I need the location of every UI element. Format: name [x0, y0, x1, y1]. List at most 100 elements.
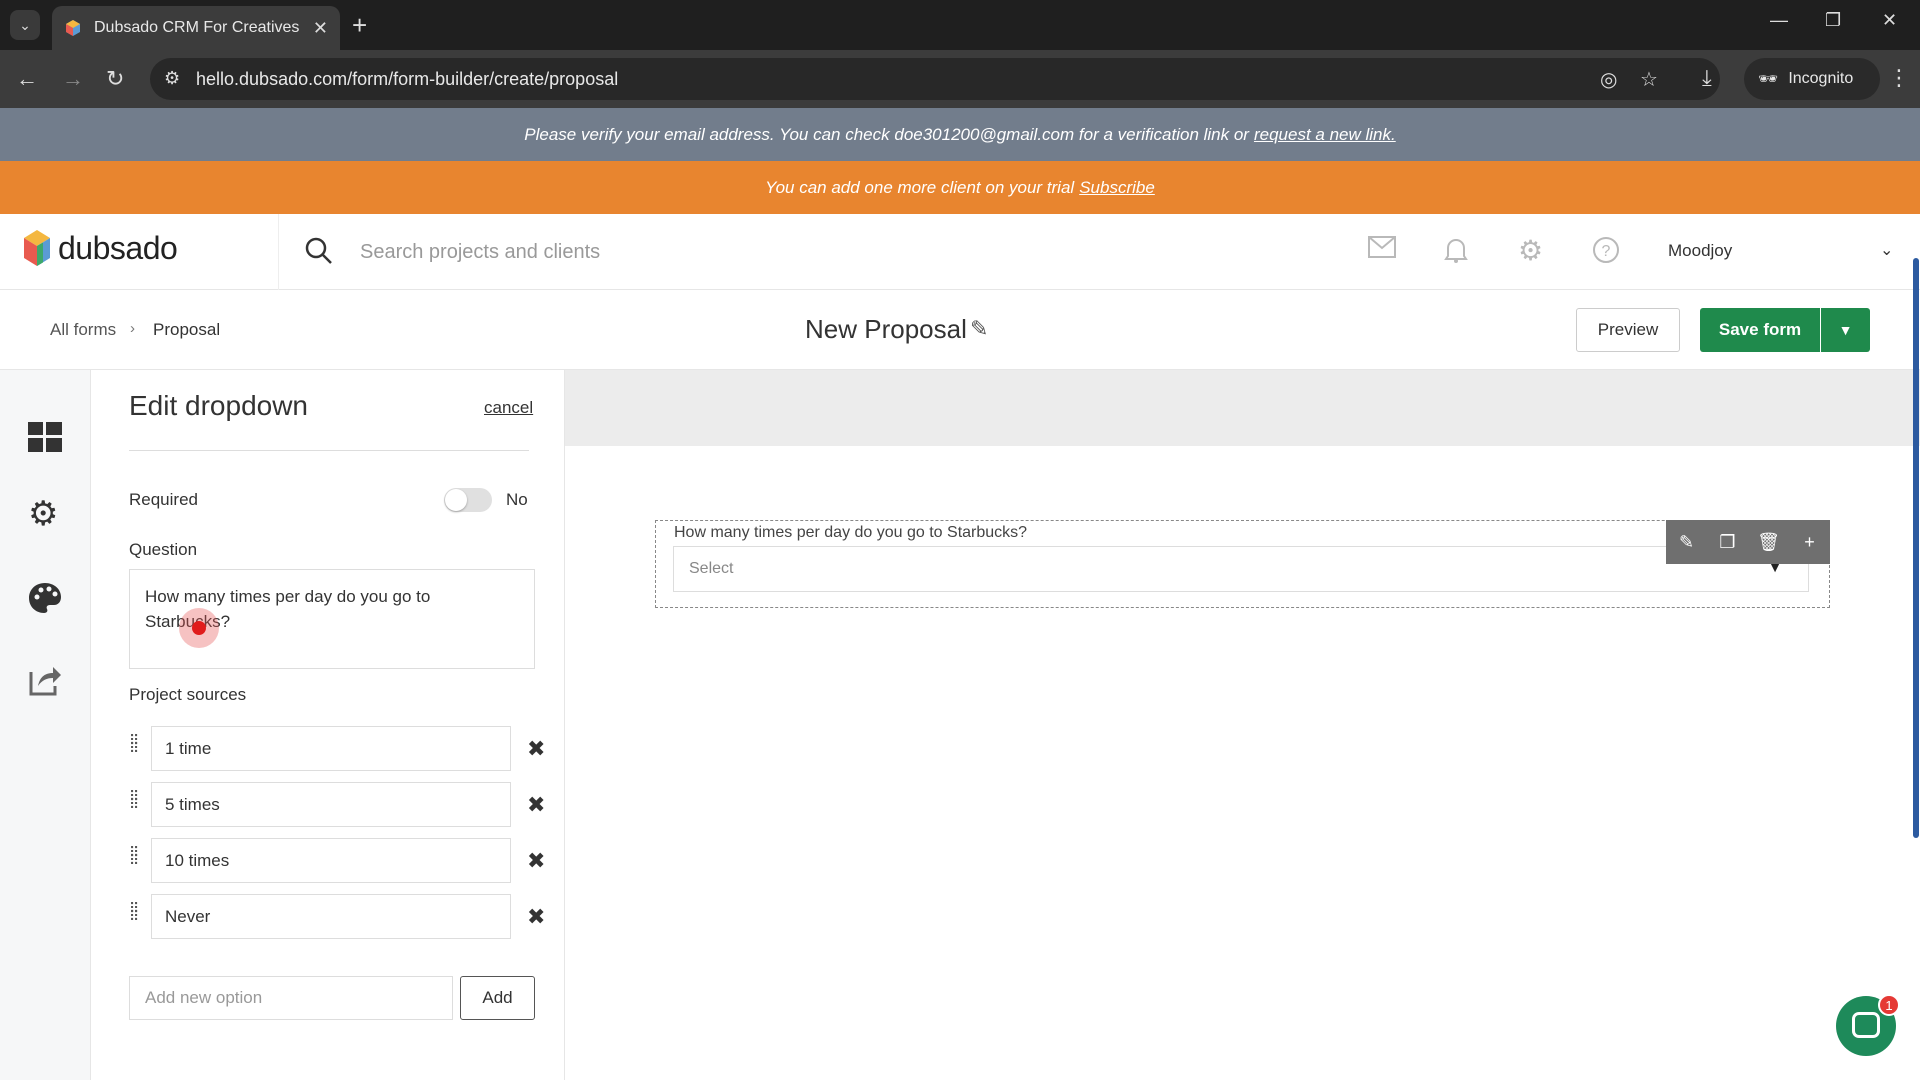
trash-icon[interactable]: 🗑	[1748, 520, 1789, 564]
canvas-header-strip	[565, 370, 1920, 446]
drag-handle-icon[interactable]: ⠿ ⠿	[129, 845, 143, 870]
chevron-down-icon[interactable]: ⌄	[1880, 240, 1893, 260]
window-close-icon[interactable]: ✕	[1882, 10, 1897, 31]
left-rail: ⚙	[0, 370, 91, 1080]
option-row: ⠿⠿ ✖	[129, 838, 545, 884]
reload-icon[interactable]: ↻	[106, 66, 124, 92]
dubsado-favicon-icon	[66, 20, 80, 36]
add-new-option-input[interactable]	[129, 976, 453, 1020]
edit-dropdown-panel: Edit dropdown cancel Required No Questio…	[91, 370, 565, 1080]
dashboard-grid-icon[interactable]	[28, 422, 62, 452]
option-input[interactable]	[151, 782, 511, 827]
incognito-icon: 🕶	[1758, 71, 1779, 88]
option-row: ⠿⠿ ✖	[129, 726, 545, 772]
drag-handle-icon[interactable]: ⠿ ⠿	[129, 789, 143, 814]
panel-divider	[129, 450, 529, 451]
form-builder-header: All forms › Proposal New Proposal ✎ Prev…	[0, 290, 1920, 370]
remove-option-icon[interactable]: ✖	[527, 848, 545, 874]
tab-title: Dubsado CRM For Creatives	[94, 19, 300, 36]
share-icon[interactable]	[28, 664, 62, 696]
mail-icon[interactable]	[1368, 236, 1396, 258]
subscribe-link[interactable]: Subscribe	[1079, 178, 1155, 198]
question-label: Question	[129, 540, 198, 559]
save-form-button[interactable]: Save form	[1700, 308, 1820, 352]
trial-text: You can add one more client on your tria…	[765, 177, 1075, 197]
settings-gear-icon[interactable]: ⚙	[28, 494, 58, 534]
tab-close-icon[interactable]: ✕	[313, 18, 328, 39]
svg-text:?: ?	[1602, 243, 1611, 260]
dropdown-field[interactable]: How many times per day do you go to Star…	[655, 520, 1830, 608]
remove-option-icon[interactable]: ✖	[527, 792, 545, 818]
field-select[interactable]: Select ▼	[673, 546, 1809, 592]
user-name[interactable]: Moodjoy	[1668, 241, 1732, 261]
chat-launcher[interactable]: 1	[1836, 994, 1900, 1056]
form-title: New Proposal	[805, 314, 967, 344]
project-sources-label: Project sources	[129, 685, 247, 704]
breadcrumb-all-forms[interactable]: All forms	[50, 320, 116, 340]
omnibox[interactable]: ⚙ hello.dubsado.com/form/form-builder/cr…	[150, 58, 1720, 100]
field-question: How many times per day do you go to Star…	[674, 524, 1028, 541]
incognito-badge[interactable]: 🕶 Incognito	[1744, 58, 1880, 100]
select-placeholder: Select	[689, 560, 734, 577]
star-icon[interactable]: ☆	[1640, 67, 1658, 92]
chat-badge: 1	[1878, 994, 1900, 1016]
option-row: ⠿⠿ ✖	[129, 894, 545, 940]
remove-option-icon[interactable]: ✖	[527, 904, 545, 930]
address-bar-row: ← → ↻ ⚙ hello.dubsado.com/form/form-buil…	[0, 50, 1920, 108]
site-info-icon[interactable]: ⚙	[164, 68, 180, 89]
form-canvas: How many times per day do you go to Star…	[565, 370, 1920, 1080]
trial-banner: You can add one more client on your tria…	[0, 161, 1920, 214]
chat-bubble-icon	[1852, 1012, 1880, 1038]
add-icon[interactable]: +	[1789, 520, 1830, 564]
search-icon[interactable]	[304, 236, 334, 266]
bell-icon[interactable]	[1444, 236, 1468, 264]
option-row: ⠿⠿ ✖	[129, 782, 545, 828]
option-input[interactable]	[151, 838, 511, 883]
new-tab-button[interactable]: +	[352, 10, 367, 40]
field-toolbar: ✎ ❐ 🗑 +	[1666, 520, 1830, 564]
drag-handle-icon[interactable]: ⠿ ⠿	[129, 733, 143, 758]
edit-pencil-icon[interactable]: ✎	[1666, 520, 1707, 564]
toggle-knob	[445, 489, 467, 511]
dubsado-logo-icon	[24, 230, 50, 266]
eye-off-icon[interactable]: ◎	[1600, 67, 1617, 92]
verify-text: Please verify your email address. You ca…	[524, 124, 1249, 144]
required-label: Required	[129, 490, 198, 509]
restore-icon[interactable]: ❐	[1825, 10, 1841, 31]
help-icon[interactable]: ?	[1592, 236, 1620, 264]
cancel-link[interactable]: cancel	[484, 398, 533, 418]
save-options-caret-icon[interactable]: ▼	[1821, 308, 1870, 352]
preview-button[interactable]: Preview	[1576, 308, 1680, 352]
request-new-link[interactable]: request a new link.	[1254, 125, 1396, 145]
add-option-button[interactable]: Add	[460, 976, 535, 1020]
drag-handle-icon[interactable]: ⠿ ⠿	[129, 901, 143, 926]
browser-tab[interactable]: Dubsado CRM For Creatives ✕	[52, 6, 340, 50]
incognito-label: Incognito	[1788, 70, 1854, 87]
back-icon[interactable]: ←	[16, 66, 38, 92]
browser-tab-bar: ⌄ Dubsado CRM For Creatives ✕ + — ❐ ✕	[0, 0, 1920, 50]
header-divider	[278, 214, 279, 290]
breadcrumb-separator: ›	[130, 320, 135, 337]
gear-icon[interactable]: ⚙	[1518, 234, 1543, 267]
option-input[interactable]	[151, 726, 511, 771]
edit-title-pencil-icon[interactable]: ✎	[970, 316, 988, 342]
menu-icon[interactable]: ⋮	[1888, 65, 1910, 91]
click-indicator	[179, 608, 219, 648]
palette-icon[interactable]	[28, 582, 62, 614]
required-value: No	[506, 490, 528, 509]
download-icon[interactable]: ⤓	[1702, 65, 1712, 91]
required-toggle[interactable]	[444, 488, 492, 512]
option-input[interactable]	[151, 894, 511, 939]
url-text[interactable]: hello.dubsado.com/form/form-builder/crea…	[196, 69, 618, 90]
page-scrollbar[interactable]	[1913, 258, 1919, 838]
forward-icon[interactable]: →	[62, 66, 84, 92]
dubsado-logo[interactable]: dubsado	[22, 228, 178, 268]
app-header: dubsado ⚙ ? Moodjoy ⌄	[0, 214, 1920, 290]
breadcrumb-current: Proposal	[153, 320, 221, 339]
remove-option-icon[interactable]: ✖	[527, 736, 545, 762]
minimize-icon[interactable]: —	[1770, 10, 1788, 31]
duplicate-icon[interactable]: ❐	[1707, 520, 1748, 564]
tab-list-button[interactable]: ⌄	[10, 10, 40, 40]
verify-email-banner: Please verify your email address. You ca…	[0, 108, 1920, 161]
search-input[interactable]	[360, 234, 1260, 270]
